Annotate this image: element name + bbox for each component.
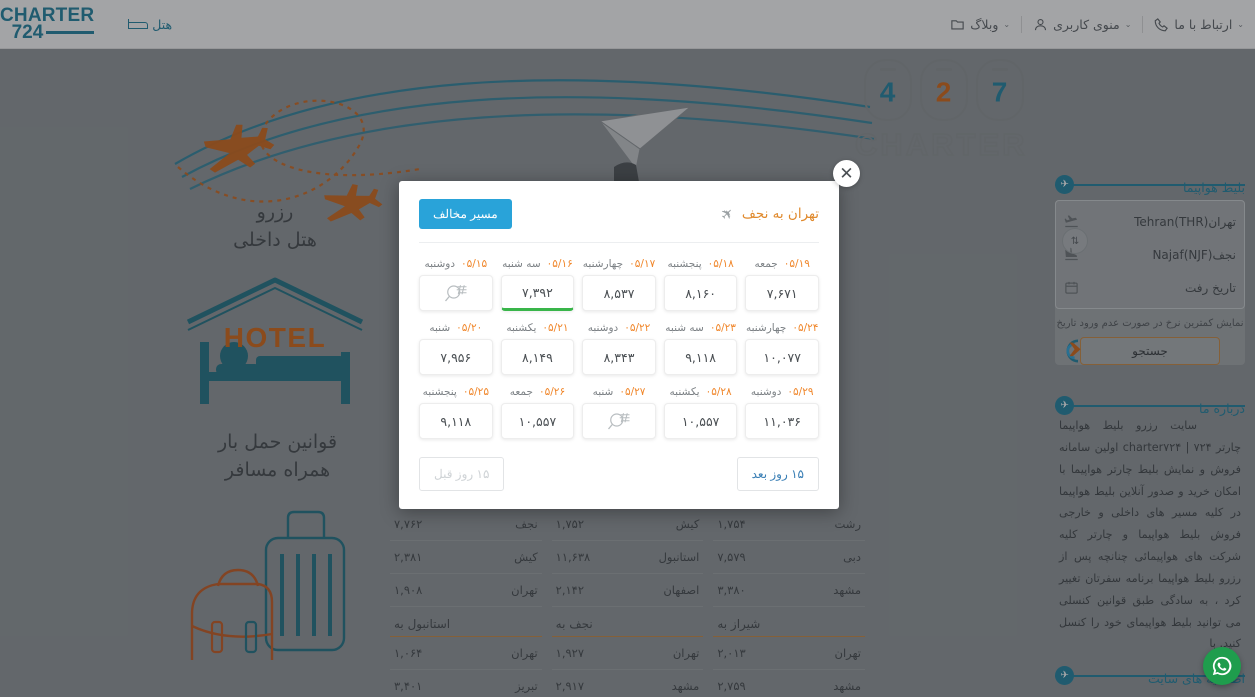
cell-header: ۰۵/۲۷ شنبه — [582, 386, 656, 398]
modal-title: تهران به نجف ✈ — [717, 203, 819, 225]
calendar-cell-no-result: ۰۵/۱۵ دوشنبه — [419, 258, 493, 311]
swap-route-button[interactable]: مسیر مخالف — [419, 199, 512, 229]
plane-icon: ✈ — [716, 203, 739, 225]
cell-price-button[interactable]: ۱۰,۵۵۷ — [663, 403, 738, 439]
cell-price-button[interactable]: ۸,۱۴۹ — [500, 339, 575, 375]
calendar-cell: ۰۵/۲۳ سه شنبه ۹,۱۱۸ — [663, 322, 738, 375]
next-15-days-button[interactable]: ۱۵ روز بعد — [736, 457, 819, 491]
page-root: رزرو هتل داخلی HOTEL قوانین حمل بار همرا… — [0, 0, 1255, 697]
close-icon[interactable]: ✕ — [833, 160, 860, 187]
cell-date: ۰۵/۱۸ — [707, 258, 734, 270]
cell-price-button[interactable]: ۸,۱۶۰ — [663, 275, 738, 311]
price-calendar-modal: ✕ تهران به نجف ✈ مسیر مخالف ۰۵/۱۹ جمعه ۷… — [399, 160, 860, 509]
calendar-cell: ۰۵/۱۸ پنجشنبه ۸,۱۶۰ — [663, 258, 738, 311]
no-result-search-icon — [444, 284, 467, 301]
cell-date: ۰۵/۲۹ — [787, 386, 814, 398]
calendar-cell-no-result: ۰۵/۲۷ شنبه — [582, 386, 656, 439]
cell-day: شنبه — [429, 322, 451, 334]
calendar-cell: ۰۵/۲۹ دوشنبه ۱۱,۰۳۶ — [745, 386, 819, 439]
cell-header: ۰۵/۱۶ سه شنبه — [501, 258, 575, 270]
cell-date: ۰۵/۲۰ — [456, 322, 483, 334]
cell-price-button[interactable]: ۹,۱۱۸ — [663, 339, 738, 375]
cell-date: ۰۵/۲۳ — [709, 322, 736, 334]
cell-header: ۰۵/۲۳ سه شنبه — [664, 322, 738, 334]
calendar-cell: ۰۵/۲۵ پنجشنبه ۹,۱۱۸ — [419, 386, 493, 439]
cell-price-button[interactable]: ۷,۹۵۶ — [419, 339, 493, 375]
cell-price-button[interactable]: ۷,۳۹۲ — [500, 275, 575, 311]
cell-date: ۰۵/۲۵ — [462, 386, 489, 398]
calendar-cell: ۰۵/۲۱ یکشنبه ۸,۱۴۹ — [500, 322, 575, 375]
cell-day: پنجشنبه — [667, 258, 702, 270]
calendar-cell: ۰۵/۲۰ شنبه ۷,۹۵۶ — [419, 322, 493, 375]
cell-day: دوشنبه — [750, 386, 782, 398]
cell-date: ۰۵/۱۵ — [461, 258, 488, 270]
cell-price-button[interactable]: ۱۰,۵۵۷ — [500, 403, 575, 439]
calendar-cell: ۰۵/۲۲ دوشنبه ۸,۳۴۳ — [582, 322, 656, 375]
cell-day: سه شنبه — [665, 322, 704, 334]
cell-day: یکشنبه — [506, 322, 537, 334]
calendar-cell: ۰۵/۲۶ جمعه ۱۰,۵۵۷ — [500, 386, 575, 439]
cell-day: جمعه — [754, 258, 778, 270]
cell-header: ۰۵/۲۱ یکشنبه — [501, 322, 575, 334]
cell-price-button[interactable]: ۷,۶۷۱ — [745, 275, 819, 311]
cell-date: ۰۵/۲۱ — [542, 322, 569, 334]
cell-date: ۰۵/۲۸ — [705, 386, 732, 398]
cell-header: ۰۵/۲۶ جمعه — [501, 386, 575, 398]
whatsapp-glyph — [1212, 656, 1232, 676]
price-calendar-grid: ۰۵/۱۹ جمعه ۷,۶۷۱ ۰۵/۱۸ پنجشنبه ۸,۱۶۰ ۰۵/… — [419, 258, 819, 439]
cell-date: ۰۵/۲۲ — [624, 322, 651, 334]
cell-day: شنبه — [592, 386, 614, 398]
cell-header: ۰۵/۲۴ چهارشنبه — [745, 322, 819, 334]
cell-date: ۰۵/۲۶ — [538, 386, 566, 398]
cell-price-button[interactable]: ۱۱,۰۳۶ — [745, 403, 819, 439]
cell-price-button[interactable]: ۸,۳۴۳ — [582, 339, 656, 375]
cell-header: ۰۵/۲۰ شنبه — [419, 322, 493, 334]
previous-15-days-button: ۱۵ روز قبل — [419, 457, 505, 491]
cell-date: ۰۵/۱۹ — [783, 258, 810, 270]
cell-date: ۰۵/۱۶ — [546, 258, 573, 270]
cell-day: دوشنبه — [587, 322, 619, 334]
cell-header: ۰۵/۲۵ پنجشنبه — [419, 386, 493, 398]
cell-day: یکشنبه — [669, 386, 700, 398]
whatsapp-icon[interactable] — [1203, 647, 1241, 685]
modal-header: تهران به نجف ✈ مسیر مخالف — [419, 199, 819, 243]
cell-header: ۰۵/۱۷ چهارشنبه — [582, 258, 656, 270]
cell-day: چهارشنبه — [745, 322, 787, 334]
calendar-cell: ۰۵/۱۹ جمعه ۷,۶۷۱ — [745, 258, 819, 311]
cell-date: ۰۵/۱۷ — [629, 258, 656, 270]
cell-day: چهارشنبه — [582, 258, 624, 270]
cell-header: ۰۵/۲۲ دوشنبه — [582, 322, 656, 334]
cell-date: ۰۵/۲۷ — [619, 386, 646, 398]
calendar-cell-selected: ۰۵/۱۶ سه شنبه ۷,۳۹۲ — [500, 258, 575, 311]
modal-footer: ۱۵ روز بعد ۱۵ روز قبل — [419, 457, 819, 491]
cell-day: پنجشنبه — [422, 386, 457, 398]
cell-price-button[interactable]: ۸,۵۳۷ — [582, 275, 656, 311]
cell-no-result-button[interactable] — [419, 275, 493, 311]
cell-header: ۰۵/۱۸ پنجشنبه — [664, 258, 738, 270]
calendar-cell: ۰۵/۲۸ یکشنبه ۱۰,۵۵۷ — [663, 386, 738, 439]
cell-header: ۰۵/۲۹ دوشنبه — [745, 386, 819, 398]
cell-no-result-button[interactable] — [582, 403, 656, 439]
calendar-cell: ۰۵/۱۷ چهارشنبه ۸,۵۳۷ — [582, 258, 656, 311]
cell-date: ۰۵/۲۴ — [792, 322, 819, 334]
cell-header: ۰۵/۱۹ جمعه — [745, 258, 819, 270]
cell-price-button[interactable]: ۱۰,۰۷۷ — [745, 339, 819, 375]
cell-price-button[interactable]: ۹,۱۱۸ — [419, 403, 493, 439]
cell-header: ۰۵/۲۸ یکشنبه — [664, 386, 738, 398]
no-result-search-icon — [607, 412, 630, 429]
cell-header: ۰۵/۱۵ دوشنبه — [419, 258, 493, 270]
cell-day: دوشنبه — [424, 258, 456, 270]
modal-route-label: تهران به نجف — [741, 206, 819, 222]
cell-day: جمعه — [509, 386, 533, 398]
cell-day: سه شنبه — [502, 258, 541, 270]
calendar-cell: ۰۵/۲۴ چهارشنبه ۱۰,۰۷۷ — [745, 322, 819, 375]
